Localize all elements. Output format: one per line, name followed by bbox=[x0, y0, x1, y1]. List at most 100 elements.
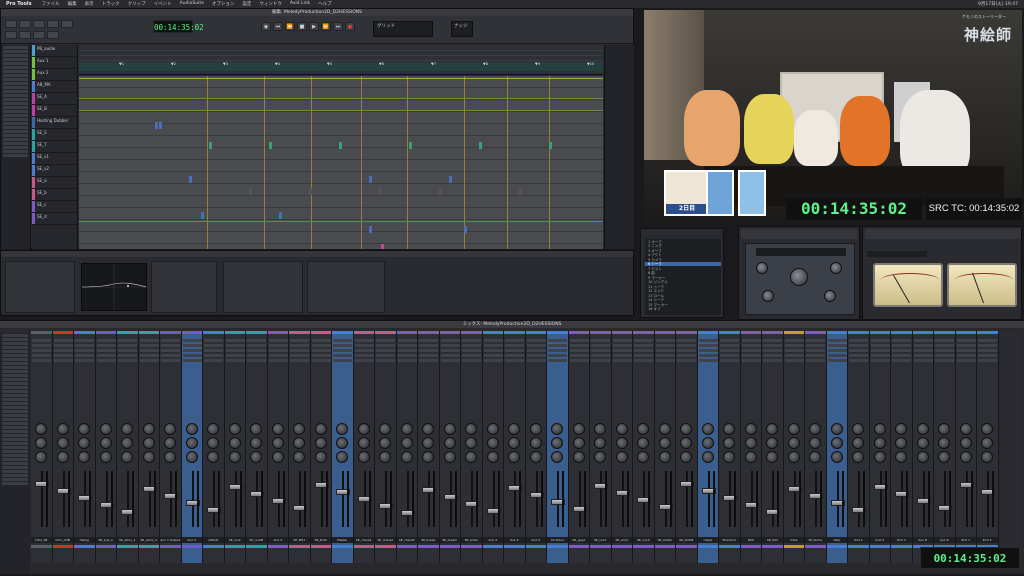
pan-knob[interactable] bbox=[830, 437, 843, 449]
insert-slot[interactable] bbox=[182, 344, 202, 347]
insert-slot[interactable] bbox=[612, 359, 632, 362]
insert-slot[interactable] bbox=[268, 344, 288, 347]
insert-slot[interactable] bbox=[784, 339, 804, 342]
insert-slot[interactable] bbox=[268, 339, 288, 342]
pan-knob[interactable] bbox=[185, 437, 198, 449]
eq-band-controls[interactable] bbox=[151, 261, 217, 313]
insert-slot[interactable] bbox=[526, 354, 546, 357]
pan-knob[interactable] bbox=[250, 451, 262, 463]
tracks-list-row[interactable] bbox=[3, 126, 28, 129]
mix-tracks-list-row[interactable] bbox=[2, 470, 28, 473]
insert-slot[interactable] bbox=[892, 359, 911, 362]
audio-clip[interactable] bbox=[201, 212, 204, 219]
pan-knob[interactable] bbox=[142, 437, 155, 449]
insert-slot[interactable] bbox=[677, 344, 696, 347]
insert-slot[interactable] bbox=[139, 359, 159, 362]
insert-slot[interactable] bbox=[870, 339, 890, 342]
insert-slot[interactable] bbox=[698, 339, 718, 342]
pan-knob[interactable] bbox=[594, 451, 606, 463]
audio-clip[interactable] bbox=[409, 142, 412, 149]
insert-slot[interactable] bbox=[397, 354, 417, 357]
tracks-list-row[interactable] bbox=[3, 142, 28, 145]
mix-tracks-list-row[interactable] bbox=[2, 450, 28, 453]
insert-slot[interactable] bbox=[161, 354, 180, 357]
mix-tracks-list-row[interactable] bbox=[2, 434, 28, 437]
memory-location-row[interactable]: 12 エンド bbox=[645, 289, 721, 293]
mix-tracks-list-row[interactable] bbox=[2, 386, 28, 389]
insert-slot[interactable] bbox=[892, 339, 911, 342]
insert-slot[interactable] bbox=[784, 349, 804, 352]
pan-knob[interactable] bbox=[336, 451, 348, 463]
insert-slot[interactable] bbox=[677, 349, 696, 352]
pan-knob[interactable] bbox=[830, 451, 843, 463]
marker-label[interactable]: ▼7 bbox=[431, 62, 436, 66]
insert-slot[interactable] bbox=[569, 354, 589, 357]
insert-slot[interactable] bbox=[956, 344, 976, 347]
insert-slot[interactable] bbox=[913, 339, 933, 342]
channel-name[interactable]: Aux 6 bbox=[525, 537, 546, 543]
audio-clip[interactable] bbox=[339, 142, 342, 149]
insert-slot[interactable] bbox=[849, 359, 868, 362]
channel-name[interactable]: AllPost bbox=[203, 537, 224, 543]
pan-knob[interactable] bbox=[164, 451, 176, 463]
tracks-list-row[interactable] bbox=[3, 54, 28, 57]
menu-item[interactable]: 設定 bbox=[242, 1, 251, 7]
insert-slot[interactable] bbox=[784, 354, 804, 357]
insert-slot[interactable] bbox=[741, 339, 761, 342]
memory-location-row[interactable]: 4 アクト bbox=[645, 253, 721, 257]
mix-tracks-list-row[interactable] bbox=[2, 350, 28, 353]
insert-slot[interactable] bbox=[53, 354, 73, 357]
pan-knob[interactable] bbox=[228, 437, 241, 449]
pan-knob[interactable] bbox=[938, 451, 950, 463]
insert-slot[interactable] bbox=[591, 349, 610, 352]
pan-knob[interactable] bbox=[422, 437, 434, 449]
insert-slot[interactable] bbox=[204, 344, 223, 347]
insert-slot[interactable] bbox=[634, 339, 653, 342]
insert-slot[interactable] bbox=[956, 339, 976, 342]
pan-knob[interactable] bbox=[508, 451, 520, 463]
insert-slot[interactable] bbox=[290, 339, 309, 342]
pan-knob[interactable] bbox=[164, 437, 176, 449]
pan-knob[interactable] bbox=[938, 437, 950, 449]
insert-slot[interactable] bbox=[763, 339, 782, 342]
mode-shuffle-button[interactable] bbox=[5, 31, 17, 39]
audio-clip[interactable] bbox=[464, 226, 467, 233]
mix-tracks-list-row[interactable] bbox=[2, 466, 28, 469]
insert-slot[interactable] bbox=[139, 349, 159, 352]
insert-slot[interactable] bbox=[376, 354, 395, 357]
insert-slot[interactable] bbox=[182, 339, 202, 342]
insert-slot[interactable] bbox=[397, 359, 417, 362]
pan-knob[interactable] bbox=[379, 423, 391, 435]
mix-tracks-list-row[interactable] bbox=[2, 430, 28, 433]
menu-item[interactable]: ウィンドウ bbox=[259, 1, 282, 7]
tracks-list-row[interactable] bbox=[3, 110, 28, 113]
play-button[interactable]: ▶ bbox=[309, 22, 319, 31]
tracks-list-panel[interactable] bbox=[1, 45, 31, 249]
tracks-list-row[interactable] bbox=[3, 94, 28, 97]
insert-slot[interactable] bbox=[483, 349, 503, 352]
volume-automation-line[interactable] bbox=[79, 221, 603, 222]
insert-slot[interactable] bbox=[118, 354, 137, 357]
mix-tracks-list-row[interactable] bbox=[2, 422, 28, 425]
pan-knob[interactable] bbox=[572, 437, 585, 449]
tracks-list-row[interactable] bbox=[3, 146, 28, 149]
pan-knob[interactable] bbox=[336, 437, 348, 449]
insert-slot[interactable] bbox=[591, 359, 610, 362]
channel-name[interactable]: Aux D bbox=[912, 537, 933, 543]
memory-location-row[interactable]: 5 カメラ bbox=[645, 258, 721, 262]
mix-tracks-list-row[interactable] bbox=[2, 394, 28, 397]
insert-slot[interactable] bbox=[139, 339, 159, 342]
audio-clip[interactable] bbox=[439, 188, 442, 195]
insert-slot[interactable] bbox=[354, 354, 374, 357]
pan-knob[interactable] bbox=[615, 423, 628, 435]
insert-slot[interactable] bbox=[311, 354, 331, 357]
tracks-list-row[interactable] bbox=[3, 130, 28, 133]
pan-knob[interactable] bbox=[873, 451, 886, 463]
pan-knob[interactable] bbox=[142, 451, 155, 463]
track-header[interactable]: SE_A bbox=[32, 93, 77, 105]
pan-knob[interactable] bbox=[228, 423, 241, 435]
audio-clip[interactable] bbox=[519, 188, 522, 195]
insert-slot[interactable] bbox=[892, 344, 911, 347]
pan-knob[interactable] bbox=[99, 423, 112, 435]
playlist-row[interactable] bbox=[79, 160, 603, 172]
